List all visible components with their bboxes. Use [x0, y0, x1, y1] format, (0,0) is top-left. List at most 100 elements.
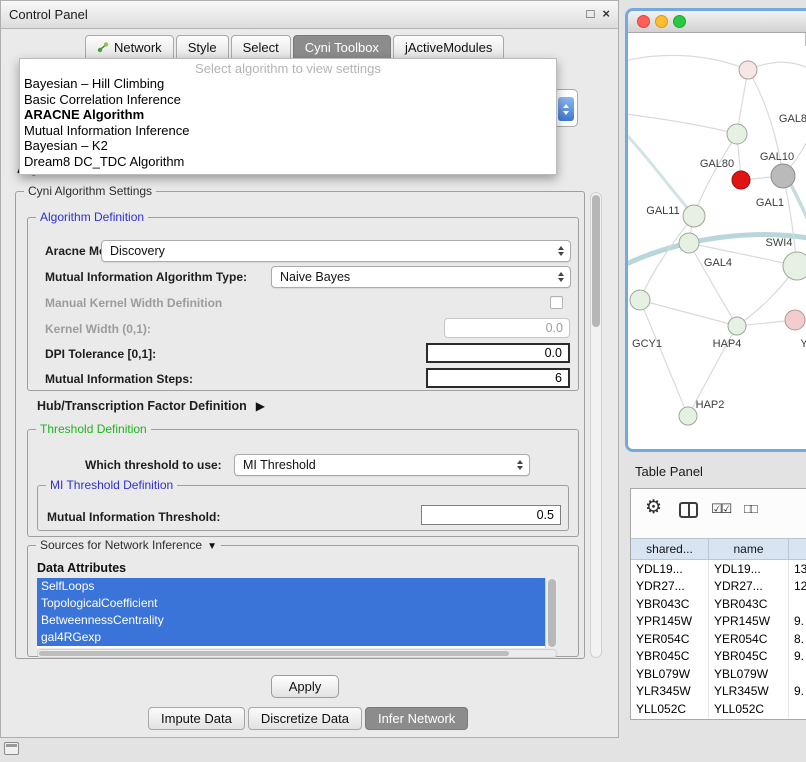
network-view-window[interactable]: GAL8 GAL80 GAL10 GAL11 GAL1 SWI4 GAL4 GC… — [625, 8, 806, 452]
network-node[interactable] — [727, 124, 747, 144]
kernel-width-field[interactable]: 0.0 — [444, 318, 570, 338]
network-window-titlebar[interactable] — [628, 11, 806, 33]
restore-panel-icon[interactable] — [4, 742, 19, 755]
table-cell[interactable]: YER054C — [631, 630, 709, 648]
table-row[interactable]: YER054C YER054C 8. — [631, 630, 806, 648]
column-header-cut[interactable] — [789, 539, 806, 559]
network-node[interactable] — [783, 252, 806, 280]
attribute-list-hscrollbar[interactable] — [37, 649, 557, 658]
tab-jactivemodules[interactable]: jActiveModules — [393, 35, 504, 59]
algorithm-option[interactable]: Dream8 DC_TDC Algorithm — [20, 154, 556, 170]
table-cell[interactable] — [789, 665, 806, 683]
table-cell[interactable]: YDR27... — [709, 578, 789, 596]
table-cell[interactable]: 9. — [789, 648, 806, 666]
network-node[interactable] — [683, 205, 705, 227]
network-node[interactable] — [679, 407, 697, 425]
close-window-icon[interactable] — [637, 15, 650, 28]
attribute-item-selected[interactable]: gal4RGexp — [37, 629, 545, 646]
mi-threshold-field[interactable]: 0.5 — [421, 505, 561, 525]
table-cell[interactable]: 12 — [789, 578, 806, 596]
column-header-shared-name[interactable]: shared... — [631, 539, 709, 559]
table-row[interactable]: YDL19... YDL19... 13 — [631, 560, 806, 578]
network-node[interactable] — [732, 171, 750, 189]
network-canvas[interactable]: GAL8 GAL80 GAL10 GAL11 GAL1 SWI4 GAL4 GC… — [628, 33, 806, 449]
table-cell[interactable]: YPR145W — [631, 613, 709, 631]
network-node[interactable] — [785, 310, 805, 330]
zoom-window-icon[interactable] — [673, 15, 686, 28]
algorithm-option-selected[interactable]: ARACNE Algorithm — [20, 107, 556, 123]
table-row[interactable]: YLR345W YLR345W 9. — [631, 683, 806, 701]
table-cell[interactable]: 8. — [789, 630, 806, 648]
table-cell[interactable]: 9. — [789, 683, 806, 701]
tab-select[interactable]: Select — [231, 35, 291, 59]
table-cell[interactable]: YBR045C — [631, 648, 709, 666]
table-cell[interactable]: 13 — [789, 560, 806, 578]
algorithm-option[interactable]: Bayesian – K2 — [20, 138, 556, 154]
table-panel-tab[interactable]: Table Panel — [635, 464, 703, 479]
table-cell[interactable]: YBL079W — [631, 665, 709, 683]
attribute-item-selected[interactable]: TopologicalCoefficient — [37, 595, 545, 612]
gear-icon[interactable]: ⚙ — [645, 497, 662, 519]
table-row[interactable]: YBR045C YBR045C 9. — [631, 648, 806, 666]
tab-discretize-data[interactable]: Discretize Data — [248, 707, 362, 730]
table-cell[interactable]: YLL052C — [631, 700, 709, 718]
table-cell[interactable]: 9. — [789, 613, 806, 631]
table-row[interactable]: YPR145W YPR145W 9. — [631, 613, 806, 631]
table-cell[interactable]: YLR345W — [631, 683, 709, 701]
dpi-tolerance-field[interactable]: 0.0 — [426, 343, 570, 363]
table-cell[interactable] — [789, 700, 806, 718]
sources-group-title[interactable]: Sources for Network Inference▼ — [36, 538, 221, 554]
column-header-name[interactable]: name — [709, 539, 789, 559]
columns-icon[interactable] — [679, 502, 698, 518]
table-cell[interactable]: YBL079W — [709, 665, 789, 683]
table-cell[interactable]: YLR345W — [709, 683, 789, 701]
unchecked-boxes-icon[interactable]: □□ — [744, 501, 756, 516]
algorithm-option[interactable]: Basic Correlation Inference — [20, 92, 556, 108]
algorithm-option[interactable]: Mutual Information Inference — [20, 123, 556, 139]
table-cell[interactable]: YDL19... — [709, 560, 789, 578]
attribute-item-selected[interactable]: SelfLoops — [37, 578, 545, 595]
network-node[interactable] — [739, 61, 757, 79]
table-row[interactable]: YDR27... YDR27... 12 — [631, 578, 806, 596]
network-node[interactable] — [679, 233, 699, 253]
table-row[interactable]: YBL079W YBL079W — [631, 665, 806, 683]
network-node[interactable] — [728, 317, 746, 335]
expand-arrow-icon[interactable]: ▼ — [207, 541, 217, 552]
minimize-window-icon[interactable] — [655, 15, 668, 28]
table-cell[interactable]: YDR27... — [631, 578, 709, 596]
scrollbar-thumb[interactable] — [548, 579, 556, 647]
checked-boxes-icon[interactable]: ☑☑ — [711, 501, 730, 517]
which-threshold-select[interactable]: MI Threshold — [234, 454, 530, 476]
close-panel-icon[interactable]: × — [602, 6, 610, 21]
manual-kernel-checkbox[interactable] — [550, 296, 563, 309]
tab-infer-network[interactable]: Infer Network — [365, 707, 468, 730]
tab-impute-data[interactable]: Impute Data — [148, 707, 245, 730]
table-row[interactable]: YBR043C YBR043C — [631, 595, 806, 613]
table-cell[interactable]: YPR145W — [709, 613, 789, 631]
network-node[interactable] — [771, 164, 795, 188]
table-cell[interactable]: YLL052C — [709, 700, 789, 718]
aracne-mode-select[interactable]: Discovery — [101, 240, 571, 262]
tab-cyni-toolbox[interactable]: Cyni Toolbox — [293, 35, 391, 59]
network-graph[interactable]: GAL8 GAL80 GAL10 GAL11 GAL1 SWI4 GAL4 GC… — [628, 33, 806, 449]
table-cell[interactable]: YBR043C — [709, 595, 789, 613]
mi-steps-field[interactable]: 6 — [426, 368, 570, 388]
data-attributes-list[interactable]: SelfLoops TopologicalCoefficient Between… — [37, 578, 557, 648]
attribute-list-vscrollbar[interactable] — [545, 578, 557, 648]
scrollbar-thumb[interactable] — [39, 651, 509, 656]
table-cell[interactable] — [789, 595, 806, 613]
table-row[interactable]: YLL052C YLL052C — [631, 700, 806, 718]
table-cell[interactable]: YER054C — [709, 630, 789, 648]
tab-style[interactable]: Style — [176, 35, 229, 59]
float-panel-icon[interactable]: □ — [587, 6, 595, 21]
attribute-item-selected[interactable]: BetweennessCentrality — [37, 612, 545, 629]
algorithm-option[interactable]: Bayesian – Hill Climbing — [20, 76, 556, 92]
network-node[interactable] — [630, 290, 650, 310]
settings-vscrollbar[interactable] — [590, 192, 602, 658]
tab-network[interactable]: Network — [85, 35, 174, 59]
table-cell[interactable]: YBR043C — [631, 595, 709, 613]
collapse-arrow-icon[interactable]: ▶ — [256, 400, 265, 412]
hub-definition-section[interactable]: Hub/Transcription Factor Definition ▶ — [37, 399, 265, 413]
table-cell[interactable]: YDL19... — [631, 560, 709, 578]
scrollbar-thumb[interactable] — [592, 195, 600, 327]
